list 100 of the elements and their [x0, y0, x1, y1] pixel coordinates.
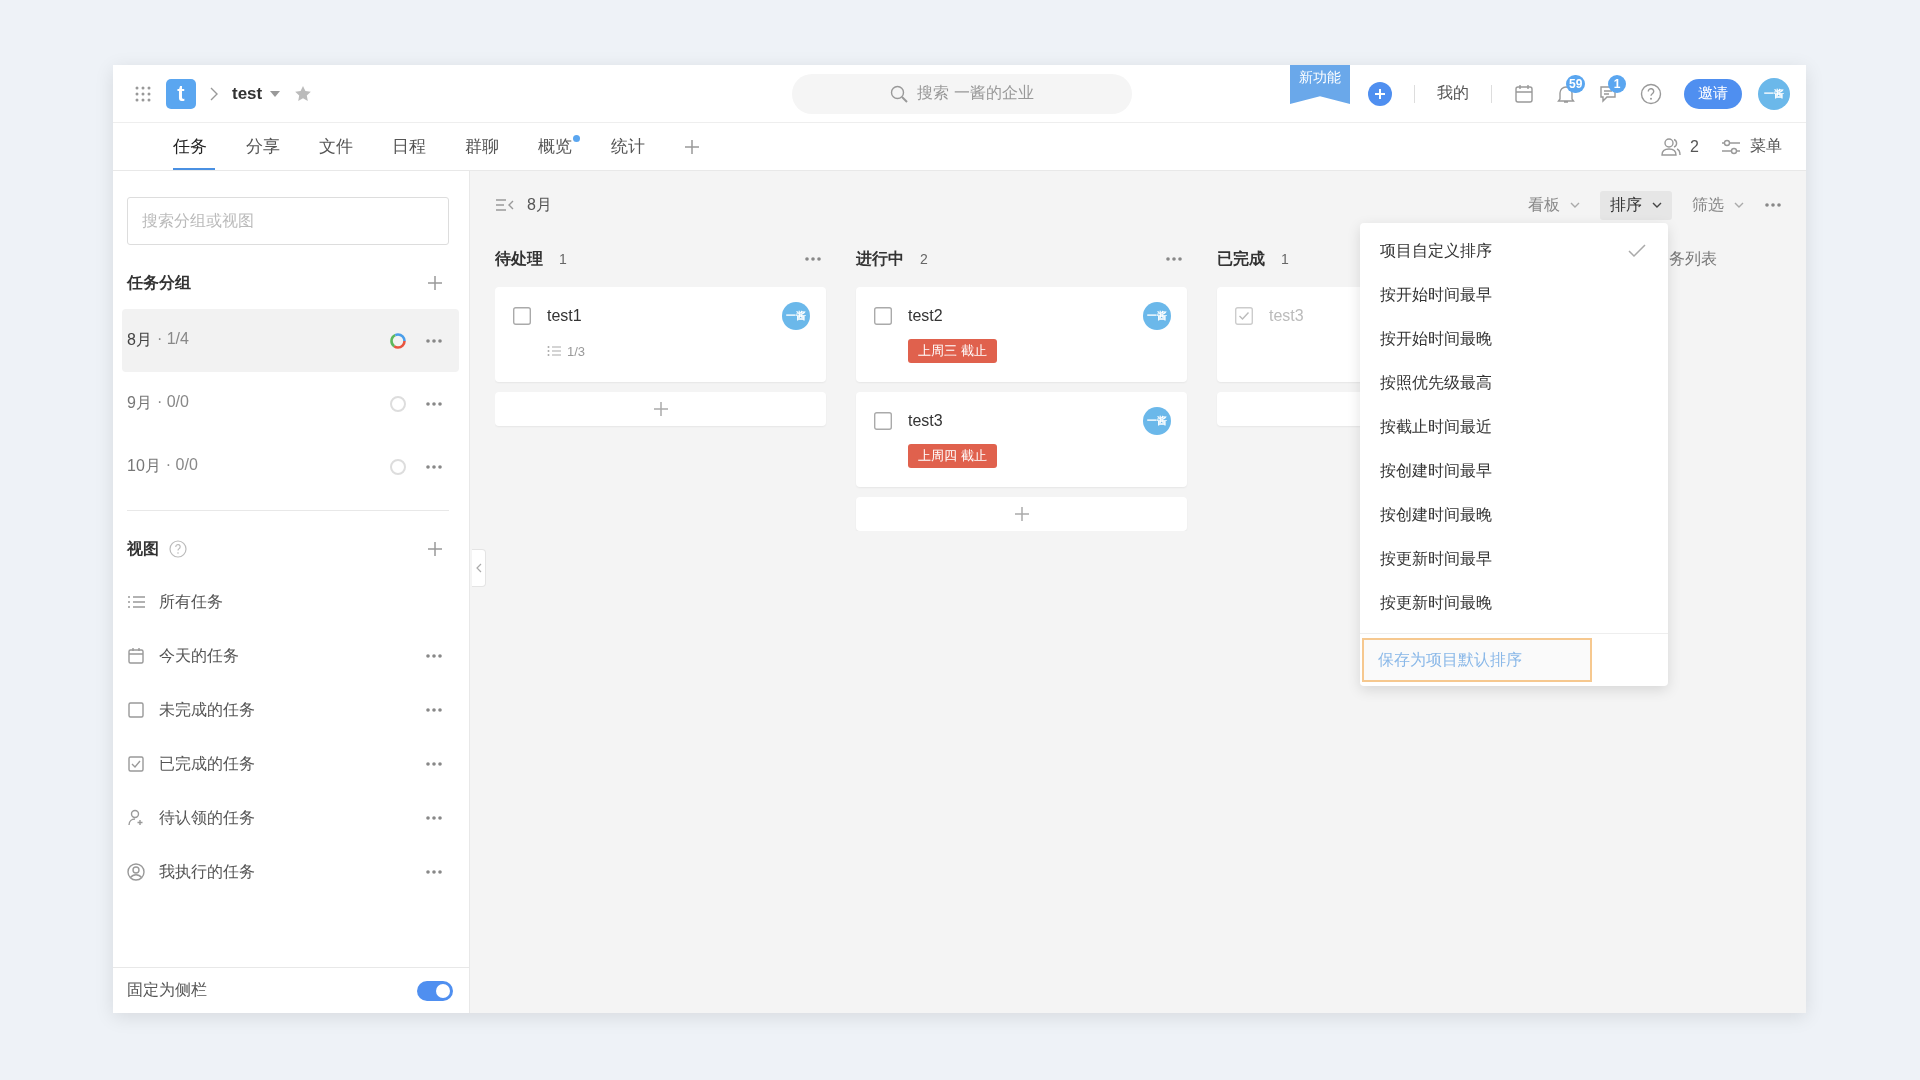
more-icon[interactable] [425, 815, 443, 821]
sort-option[interactable]: 按截止时间最近 [1360, 405, 1668, 449]
view-option-dropdown[interactable]: 排序 [1600, 190, 1672, 220]
project-name[interactable]: test [232, 83, 263, 104]
checkbox[interactable] [513, 307, 531, 325]
more-icon[interactable] [425, 463, 443, 470]
group-count: · 0/0 [156, 393, 189, 412]
add-icon[interactable] [1368, 81, 1392, 106]
column-count: 1 [1281, 251, 1289, 267]
plus-icon[interactable] [1013, 506, 1030, 522]
sort-option[interactable]: 按更新时间最早 [1360, 537, 1668, 581]
message-badge: 1 [1608, 74, 1626, 93]
checkbox[interactable] [874, 412, 892, 430]
chevron-down-icon [1734, 202, 1744, 208]
tab[interactable]: 文件 [319, 123, 361, 170]
plus-icon[interactable] [652, 401, 669, 417]
group-count: · 1/4 [156, 330, 189, 349]
sort-option[interactable]: 项目自定义排序 [1360, 229, 1668, 273]
checkbox[interactable] [1235, 307, 1253, 325]
tab[interactable]: 任务 [173, 123, 215, 170]
view-item[interactable]: 未完成的任务 [127, 683, 449, 737]
task-card[interactable]: test3 一酱 上周四 截止 [856, 392, 1187, 487]
more-icon[interactable] [425, 869, 443, 875]
subtask-icon [547, 345, 561, 357]
view-item[interactable]: 今天的任务 [127, 629, 449, 683]
group-item[interactable]: 10月 · 0/0 [122, 435, 459, 498]
collapse-list-icon[interactable] [495, 198, 515, 212]
sort-option[interactable]: 按创建时间最晚 [1360, 493, 1668, 537]
column-title: 待处理 [495, 248, 543, 269]
calendar-icon[interactable] [1514, 83, 1534, 104]
more-icon[interactable] [1764, 202, 1782, 208]
task-title: test3 [908, 412, 943, 430]
sliders-icon [1721, 137, 1741, 156]
task-card[interactable]: test1 一酱 1/3 [495, 287, 826, 382]
caret-down-icon[interactable] [270, 90, 281, 97]
more-icon[interactable] [425, 400, 443, 407]
group-item[interactable]: 8月 · 1/4 [122, 309, 459, 372]
group-name: 9月 [127, 393, 152, 413]
pin-toggle[interactable] [417, 980, 453, 1001]
checkbox-icon [127, 701, 145, 719]
subtask-count: 1/3 [567, 343, 586, 359]
group-name: 10月 [127, 456, 161, 476]
more-icon[interactable] [1165, 256, 1183, 262]
tab[interactable]: 统计 [611, 123, 653, 170]
collapse-handle[interactable] [472, 549, 486, 587]
due-date-tag: 上周三 截止 [908, 339, 997, 363]
column-title: 进行中 [856, 248, 904, 269]
star-icon[interactable] [294, 84, 313, 103]
my-link[interactable]: 我的 [1437, 83, 1469, 104]
person-circle-icon [127, 863, 145, 881]
column-count: 1 [559, 251, 567, 267]
more-icon[interactable] [804, 256, 822, 262]
section-title: 任务分组 [127, 272, 191, 293]
tab[interactable]: 日程 [392, 123, 434, 170]
task-title: test2 [908, 307, 943, 325]
column-title: 务列表 [1669, 248, 1717, 269]
task-title: test3 [1269, 307, 1304, 325]
menu-button[interactable]: 菜单 [1721, 136, 1782, 157]
search-field[interactable]: 搜索分组或视图 [127, 197, 449, 245]
group-item[interactable]: 9月 · 0/0 [122, 372, 459, 435]
more-icon[interactable] [425, 653, 443, 659]
checked-box-icon [127, 755, 145, 773]
pin-label: 固定为侧栏 [127, 980, 207, 1000]
view-item[interactable]: 待认领的任务 [127, 791, 449, 845]
sort-option[interactable]: 按更新时间最晚 [1360, 581, 1668, 625]
column-title: 已完成 [1217, 248, 1265, 269]
calendar-icon [127, 647, 145, 665]
section-title: 视图 [127, 538, 159, 559]
plus-icon[interactable] [684, 138, 700, 155]
chevron-down-icon [1570, 202, 1580, 208]
checkbox[interactable] [874, 307, 892, 325]
group-name: 8月 [127, 330, 152, 350]
sort-option[interactable]: 按创建时间最早 [1360, 449, 1668, 493]
notification-badge: 59 [1566, 74, 1586, 93]
chevron-down-icon [1652, 202, 1662, 208]
view-item[interactable]: 我执行的任务 [127, 845, 449, 899]
due-date-tag: 上周四 截止 [908, 444, 997, 468]
tab[interactable]: 群聊 [465, 123, 507, 170]
view-item[interactable]: 所有任务 [127, 575, 449, 629]
search-icon [890, 84, 909, 103]
person-plus-icon [127, 809, 145, 827]
tab[interactable]: 分享 [246, 123, 288, 170]
tab[interactable]: 概览 [538, 123, 580, 170]
plus-icon[interactable] [427, 275, 443, 291]
members-button[interactable]: 2 [1661, 136, 1699, 157]
help-icon[interactable] [169, 540, 187, 558]
task-title: test1 [547, 307, 582, 325]
chevron-left-icon [475, 563, 482, 573]
more-icon[interactable] [425, 337, 443, 344]
group-count: · 0/0 [165, 456, 198, 475]
task-card[interactable]: test2 一酱 上周三 截止 [856, 287, 1187, 382]
plus-icon[interactable] [427, 541, 443, 557]
more-icon[interactable] [425, 707, 443, 713]
people-icon [1661, 136, 1682, 157]
apps-grid-icon[interactable] [134, 84, 152, 103]
list-icon [127, 593, 145, 611]
view-item[interactable]: 已完成的任务 [127, 737, 449, 791]
help-icon[interactable] [1640, 82, 1662, 105]
more-icon[interactable] [425, 761, 443, 767]
column-count: 2 [920, 251, 928, 267]
